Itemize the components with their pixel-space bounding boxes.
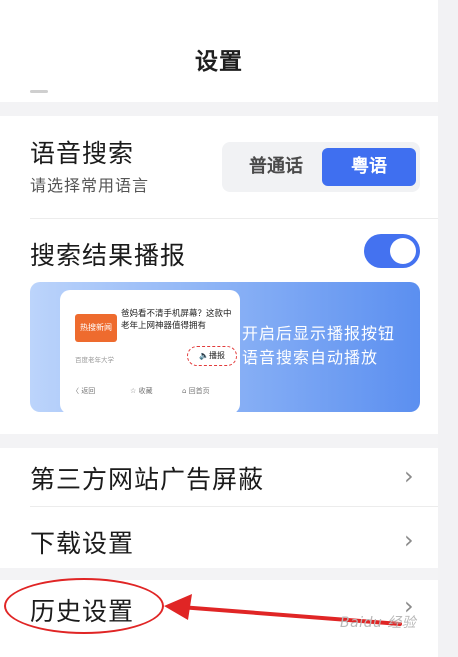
watermark: Baidu 经验 xyxy=(340,615,417,631)
annotation-arrow-icon xyxy=(164,594,402,626)
